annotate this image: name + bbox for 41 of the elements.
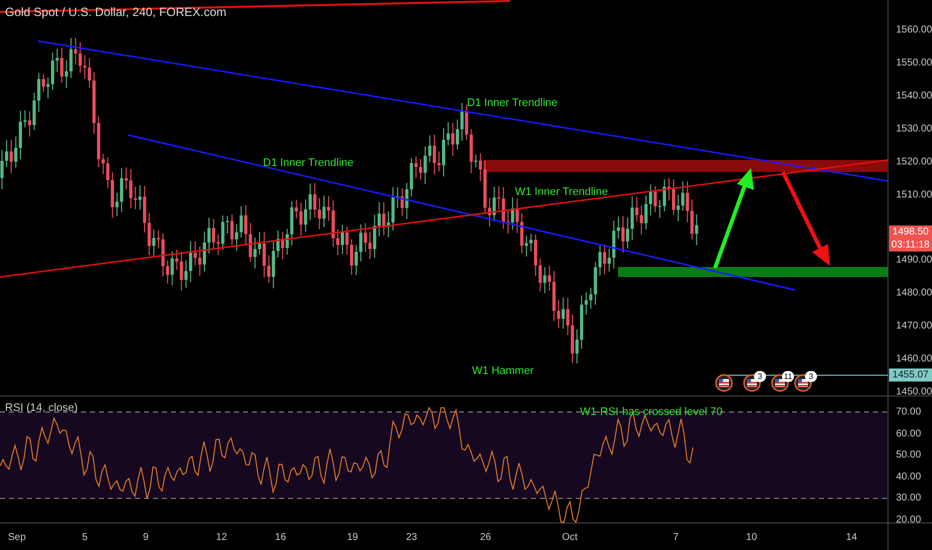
date-tick: 10 [746, 532, 758, 543]
rsi-tick: 60.00 [896, 428, 922, 440]
price-tick: 1490.00 [896, 254, 932, 266]
price-tick: 1550.00 [896, 57, 932, 68]
count-badge: 3 [754, 371, 766, 382]
chart-annotation: D1 Inner Trendline [467, 97, 558, 109]
price-tick: 1460.00 [896, 354, 932, 364]
count-badge: 3 [805, 371, 817, 382]
chart-annotation: D1 Inner Trendline [263, 157, 354, 169]
date-tick: 16 [275, 532, 286, 543]
chart-annotation: W1 Hammer [472, 365, 534, 377]
date-tick: Oct [562, 532, 578, 543]
chart-annotation: W1 Inner Trendline [515, 186, 608, 198]
date-tick: 12 [216, 532, 228, 543]
price-tick: 1510.00 [896, 189, 932, 200]
rsi-tick: 40.00 [896, 471, 922, 482]
date-tick: 5 [82, 532, 88, 543]
rsi-tick: 50.00 [896, 450, 922, 461]
rsi-tick: 20.00 [896, 514, 922, 526]
date-tick: Sep [8, 532, 26, 543]
date-tick: 7 [673, 532, 679, 543]
count-badge: 11 [782, 371, 794, 382]
flag-icon[interactable] [715, 374, 733, 392]
date-tick: 9 [143, 532, 149, 543]
date-tick: 26 [480, 532, 492, 543]
price-tick: 1520.00 [896, 156, 932, 168]
rsi-tick: 70.00 [896, 406, 922, 418]
price-tick: 1530.00 [896, 123, 932, 134]
date-tick: 19 [347, 532, 358, 543]
price-tick: 1540.00 [896, 90, 932, 102]
rsi-tick: 30.00 [896, 492, 922, 504]
countdown-tag: 03:11:18 [889, 238, 932, 252]
date-tick: 14 [846, 532, 858, 543]
indicator-label: RSI (14, close) [5, 402, 78, 414]
price-tick: 1450.00 [896, 386, 932, 398]
price-tag: 1455.07 [889, 368, 932, 382]
price-tick: 1480.00 [896, 288, 932, 299]
date-tick: 23 [406, 532, 418, 543]
price-tick: 1560.00 [896, 24, 932, 36]
last-price-tag: 1498.50 [889, 226, 932, 239]
price-tick: 1470.00 [896, 320, 932, 332]
